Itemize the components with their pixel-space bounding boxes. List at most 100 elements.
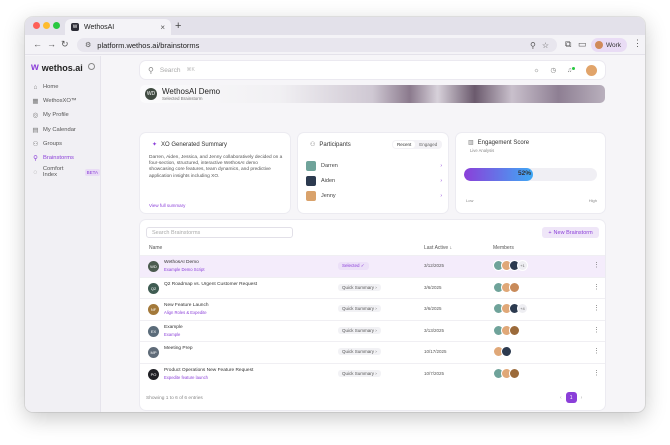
last-active-date: 3/12/2025 [424,263,445,268]
minimize-window-button[interactable] [43,22,50,29]
tab-engaged[interactable]: Engaged [415,141,441,148]
new-tab-button[interactable]: + [175,20,181,32]
sidebar-toggle-icon[interactable]: ▭ [578,39,587,50]
reload-icon[interactable]: ↻ [61,39,69,50]
brainstorm-avatar: WD [145,88,157,100]
table-row[interactable]: NF New Feature Launch Align Roles & Expe… [140,298,605,320]
brainstorm-avatar: EX [148,325,159,337]
quick-summary-button[interactable]: Quick Summary › [338,369,381,377]
table-row[interactable]: MP Meeting Prep Quick Summary › 10/17/20… [140,341,605,363]
sidebar-item-wethosxo[interactable]: ▦ WethosXO™ [30,94,100,108]
row-menu-icon[interactable]: ⋮ [593,304,600,312]
tab-recent[interactable]: Recent [393,141,416,148]
brainstorm-name: Q2 Roadmap vs. Urgent Customer Request [164,281,258,287]
table-row[interactable]: PO Product Operations New Feature Reques… [140,362,605,385]
quick-summary-button[interactable]: Quick Summary › [338,348,381,356]
engagement-low-label: Low [466,198,474,203]
summary-card: ✦ XO Generated Summary Darren, Aiden, Je… [140,133,290,213]
collapse-sidebar-icon[interactable] [88,63,95,70]
chevron-right-icon[interactable]: › [440,178,442,184]
table-header: Name Last Active ↓ Members [140,244,605,254]
site-settings-icon[interactable]: ⚙ [85,41,91,49]
table-row[interactable]: EX Example Example Quick Summary › 3/13/… [140,319,605,342]
participant-name: Darren [321,162,338,169]
address-bar[interactable]: ⚙ platform.wethos.ai/brainstorms ⚲ ☆ [77,38,557,52]
forward-arrow-icon[interactable]: → [47,39,56,49]
bookmark-star-icon[interactable]: ☆ [542,41,549,50]
participant-name: Aiden [321,177,336,184]
last-active-date: 10/17/2025 [424,349,447,355]
column-header-name[interactable]: Name [149,245,162,251]
participant-avatar [306,175,316,186]
table-row[interactable]: Q2 Q2 Roadmap vs. Urgent Customer Reques… [140,276,605,299]
brainstorm-icon: ⚲ [33,155,38,163]
search-input[interactable]: Search [160,67,181,74]
member-avatar [501,346,512,358]
sidebar-item-groups[interactable]: ⚇ Groups [30,137,100,151]
extensions-icon[interactable]: ⧉ [565,39,571,50]
quick-summary-button[interactable]: Quick Summary › [338,305,381,313]
quick-summary-button[interactable]: Quick Summary › [338,326,381,334]
close-window-button[interactable] [33,22,40,29]
back-arrow-icon[interactable]: ← [33,39,42,49]
quick-summary-button[interactable]: Quick Summary › [338,283,381,291]
groups-icon: ⚇ [32,140,39,148]
page-button[interactable]: 1 [565,392,577,403]
sidebar-item-comfort-index[interactable]: ◌ Comfort Index BETA [30,165,100,179]
logo[interactable]: w wethos.ai [31,62,83,73]
participants-card-title: ⚇ Participants [310,141,351,149]
selected-brainstorm-banner[interactable]: WD WethosAI Demo Selected Brainstorm [140,85,605,103]
participants-list: Darren › Aiden › Jenny › [306,158,442,203]
brainstorm-description: Example Demo Script [164,267,205,272]
browser-menu-icon[interactable]: ⋮ [633,38,642,49]
engagement-subtitle: Live Analysis [470,148,495,153]
browser-tab[interactable]: w WethosAI × [65,19,171,35]
clock-icon[interactable]: ◷ [550,66,556,74]
theme-toggle-icon[interactable]: ☼ [533,67,539,74]
participant-row[interactable]: Jenny › [306,188,442,203]
sidebar-nav: ⌂ Home ▦ WethosXO™ ◎ My Profile ▤ My Cal… [30,80,100,179]
brainstorm-description: Example [164,331,181,337]
row-menu-icon[interactable]: ⋮ [593,261,600,269]
tab-strip: w WethosAI × + [25,17,645,35]
global-search[interactable]: ⚲ Search ⌘K ☼ ◷ ♫ [140,61,605,79]
sidebar-item-label: WethosXO™ [43,98,77,105]
notification-bell-icon[interactable]: ♫ [567,66,575,74]
chevron-right-icon[interactable]: › [440,193,442,199]
participant-row[interactable]: Aiden › [306,173,442,188]
row-menu-icon[interactable]: ⋮ [593,283,600,291]
row-menu-icon[interactable]: ⋮ [593,326,600,334]
sidebar-item-my-profile[interactable]: ◎ My Profile [30,108,100,122]
row-menu-icon[interactable]: ⋮ [593,369,600,377]
more-members-badge: +1 [517,260,528,271]
sidebar-item-label: Comfort Index [42,166,64,179]
brainstorm-name: New Feature Launch [164,303,209,309]
row-menu-icon[interactable]: ⋮ [593,347,600,355]
home-icon: ⌂ [33,83,38,91]
table-row[interactable]: WD WethosAI Demo Example Demo Script Sel… [140,255,605,277]
brainstorm-search-input[interactable]: Search Brainstorms [146,227,293,238]
last-active-date: 10/7/2025 [424,370,445,376]
maximize-window-button[interactable] [53,22,60,29]
beta-badge: BETA [84,168,100,176]
tab-close-icon[interactable]: × [160,23,165,32]
new-brainstorm-button[interactable]: + New Brainstorm [542,227,599,238]
url-text[interactable]: platform.wethos.ai/brainstorms [97,41,524,50]
selected-badge[interactable]: Selected ✓ [338,262,369,270]
user-avatar[interactable] [586,64,597,76]
column-header-last-active[interactable]: Last Active ↓ [424,245,452,251]
column-header-members: Members [493,245,514,251]
member-avatar [509,324,520,336]
sidebar-item-home[interactable]: ⌂ Home [30,80,100,94]
prev-page-button[interactable]: ‹ [560,395,562,401]
pagination: ‹ 1 › [560,392,582,403]
next-page-button[interactable]: › [581,395,583,401]
sidebar-item-brainstorms[interactable]: ⚲ Brainstorms [30,151,100,165]
profile-chip[interactable]: Work [591,38,627,52]
last-active-date: 3/13/2025 [424,327,445,333]
view-full-summary-link[interactable]: View full summary [149,203,185,208]
zoom-icon[interactable]: ⚲ [530,41,536,50]
chevron-right-icon[interactable]: › [440,163,442,169]
sidebar-item-my-calendar[interactable]: ▤ My Calendar [30,123,100,137]
participant-row[interactable]: Darren › [306,158,442,173]
